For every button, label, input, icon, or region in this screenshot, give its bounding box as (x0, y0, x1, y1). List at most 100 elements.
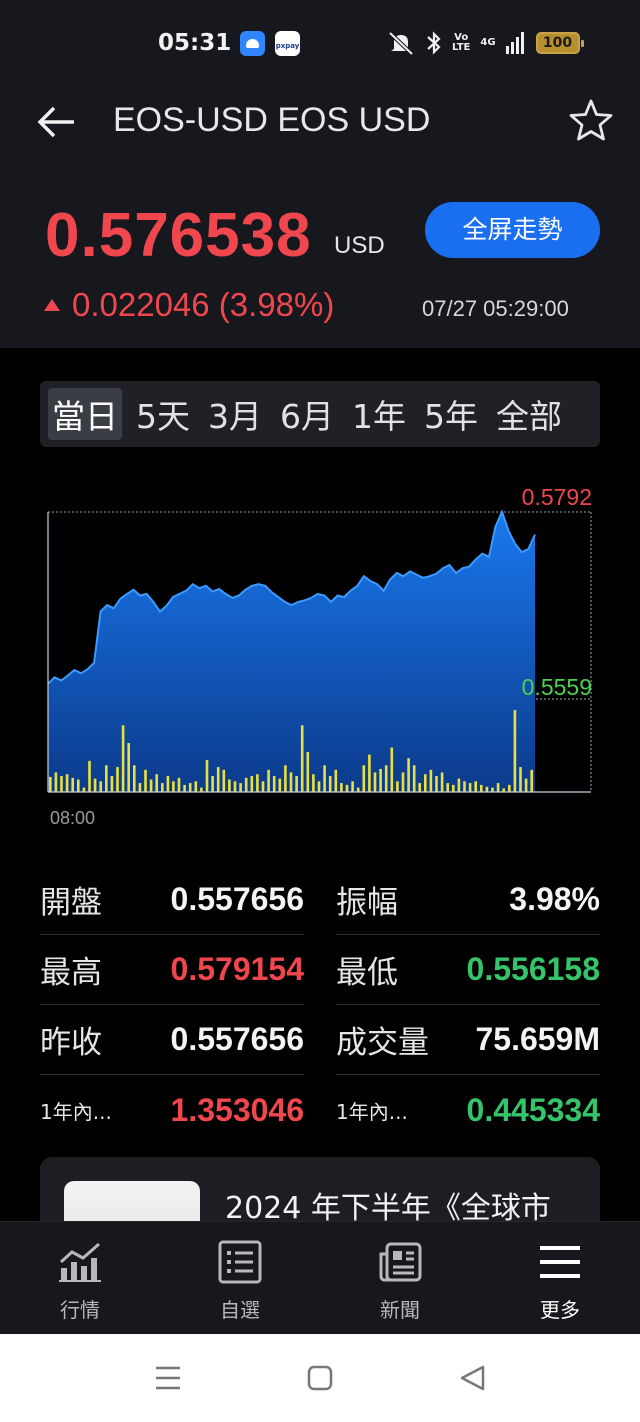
tab-3-months[interactable]: 3月 (204, 388, 266, 440)
stat-label: 最低 (336, 955, 398, 991)
volume-bar (401, 772, 405, 792)
volume-bar (144, 769, 147, 793)
stat-open: 開盤 0.557656 (40, 865, 304, 935)
price-area (48, 512, 535, 792)
nav-market[interactable]: 行情 (0, 1222, 160, 1335)
volume-bar (99, 781, 102, 792)
volume-bar (446, 783, 449, 792)
bluetooth-icon (427, 31, 441, 55)
volume-bar (328, 776, 332, 792)
volume-bar (250, 776, 254, 792)
volume-bar (468, 783, 472, 792)
nav-label: 新聞 (380, 1298, 420, 1322)
stat-52w-low: 1年內... 0.445334 (336, 1075, 600, 1145)
pxpay-app-icon: pxpay (275, 31, 300, 56)
volume-bar (312, 774, 315, 792)
volume-bar (340, 783, 343, 792)
volume-bar (244, 777, 248, 792)
volume-bar (524, 778, 528, 792)
volume-bar (407, 758, 410, 792)
volume-bar (379, 768, 382, 792)
volume-bar (93, 778, 97, 792)
back-arrow-icon[interactable] (34, 102, 78, 142)
volume-bar (334, 769, 338, 793)
chart-icon (59, 1242, 101, 1282)
volume-bar (278, 778, 282, 792)
volume-bar (261, 781, 265, 792)
chart-low-label: 0.5559 (521, 674, 592, 700)
volume-bar (88, 760, 91, 792)
stat-value: 0.445334 (466, 1091, 600, 1128)
volume-bar (323, 765, 326, 792)
volume-bar (496, 783, 500, 792)
volume-bar (317, 781, 321, 792)
stat-value: 75.659M (475, 1021, 600, 1057)
volume-bar (133, 765, 136, 792)
stat-label: 成交量 (336, 1025, 429, 1061)
status-time: 05:31 (158, 30, 232, 56)
news-icon (379, 1242, 422, 1282)
price-change: 0.022046 (3.98%) (42, 286, 334, 324)
volume-bar (295, 776, 298, 792)
tab-5-years[interactable]: 5年 (420, 388, 482, 440)
nav-news[interactable]: 新聞 (320, 1222, 480, 1335)
volume-bar (485, 786, 489, 792)
volume-bar (256, 774, 259, 792)
recent-apps-icon[interactable] (151, 1362, 185, 1394)
favorite-star-icon[interactable] (566, 96, 616, 146)
volume-bar (216, 767, 220, 792)
current-price: 0.576538 (45, 201, 312, 270)
home-icon[interactable] (303, 1362, 337, 1394)
stat-label: 1年內... (40, 1099, 112, 1124)
network-type: 4G (480, 37, 496, 48)
volume-bar (530, 769, 533, 793)
tab-1-year[interactable]: 1年 (348, 388, 410, 440)
android-app-icon (240, 31, 265, 56)
volume-bar (457, 778, 461, 792)
intraday-chart[interactable]: 0.5792 0.5559 08:00 (0, 470, 640, 840)
volume-bar (77, 779, 80, 792)
range-tabs: 當日 5天 3月 6月 1年 5年 全部 (40, 381, 600, 447)
status-icons: Vo LTE 4G 100 (386, 28, 584, 58)
volume-bar (183, 784, 186, 792)
status-bar: 05:31 pxpay Vo LTE 4G 100 (0, 0, 640, 86)
volume-bar (463, 781, 466, 792)
volume-bar (166, 776, 170, 792)
volume-bar (508, 784, 511, 792)
volume-bar (188, 783, 192, 792)
tab-6-months[interactable]: 6月 (276, 388, 338, 440)
volume-bar (368, 754, 371, 792)
nav-label: 自選 (220, 1298, 260, 1322)
stat-label: 1年內... (336, 1099, 408, 1124)
volume-bar (155, 774, 158, 792)
back-triangle-icon[interactable] (455, 1362, 489, 1394)
volume-bar (412, 765, 416, 792)
volume-bar (480, 784, 483, 792)
volume-bar (228, 779, 231, 792)
volume-bar (205, 760, 209, 792)
stat-amplitude: 振幅 3.98% (336, 865, 600, 935)
volume-bar (121, 725, 125, 793)
stat-label: 振幅 (336, 885, 398, 921)
volume-bar (194, 781, 198, 792)
nav-more[interactable]: 更多 (480, 1222, 640, 1335)
tab-today[interactable]: 當日 (48, 388, 122, 440)
fullscreen-chart-button[interactable]: 全屏走勢 (425, 202, 600, 258)
volume-bar (362, 765, 366, 792)
tab-5-days[interactable]: 5天 (132, 388, 194, 440)
volume-bar (233, 781, 237, 792)
stat-value: 0.557656 (170, 881, 304, 917)
volume-bar (110, 776, 114, 792)
nav-label: 更多 (540, 1298, 580, 1322)
stat-52w-high: 1年內... 1.353046 (40, 1075, 304, 1145)
price-unit: USD (334, 232, 385, 259)
volume-bar (172, 781, 175, 792)
volume-bar (272, 776, 276, 792)
nav-watchlist[interactable]: 自選 (160, 1222, 320, 1335)
nav-label: 行情 (60, 1298, 100, 1322)
volume-bar (222, 769, 226, 793)
volume-bar (345, 784, 349, 792)
volume-bar (60, 776, 63, 792)
tab-all[interactable]: 全部 (492, 388, 566, 440)
volume-bar (300, 725, 304, 793)
